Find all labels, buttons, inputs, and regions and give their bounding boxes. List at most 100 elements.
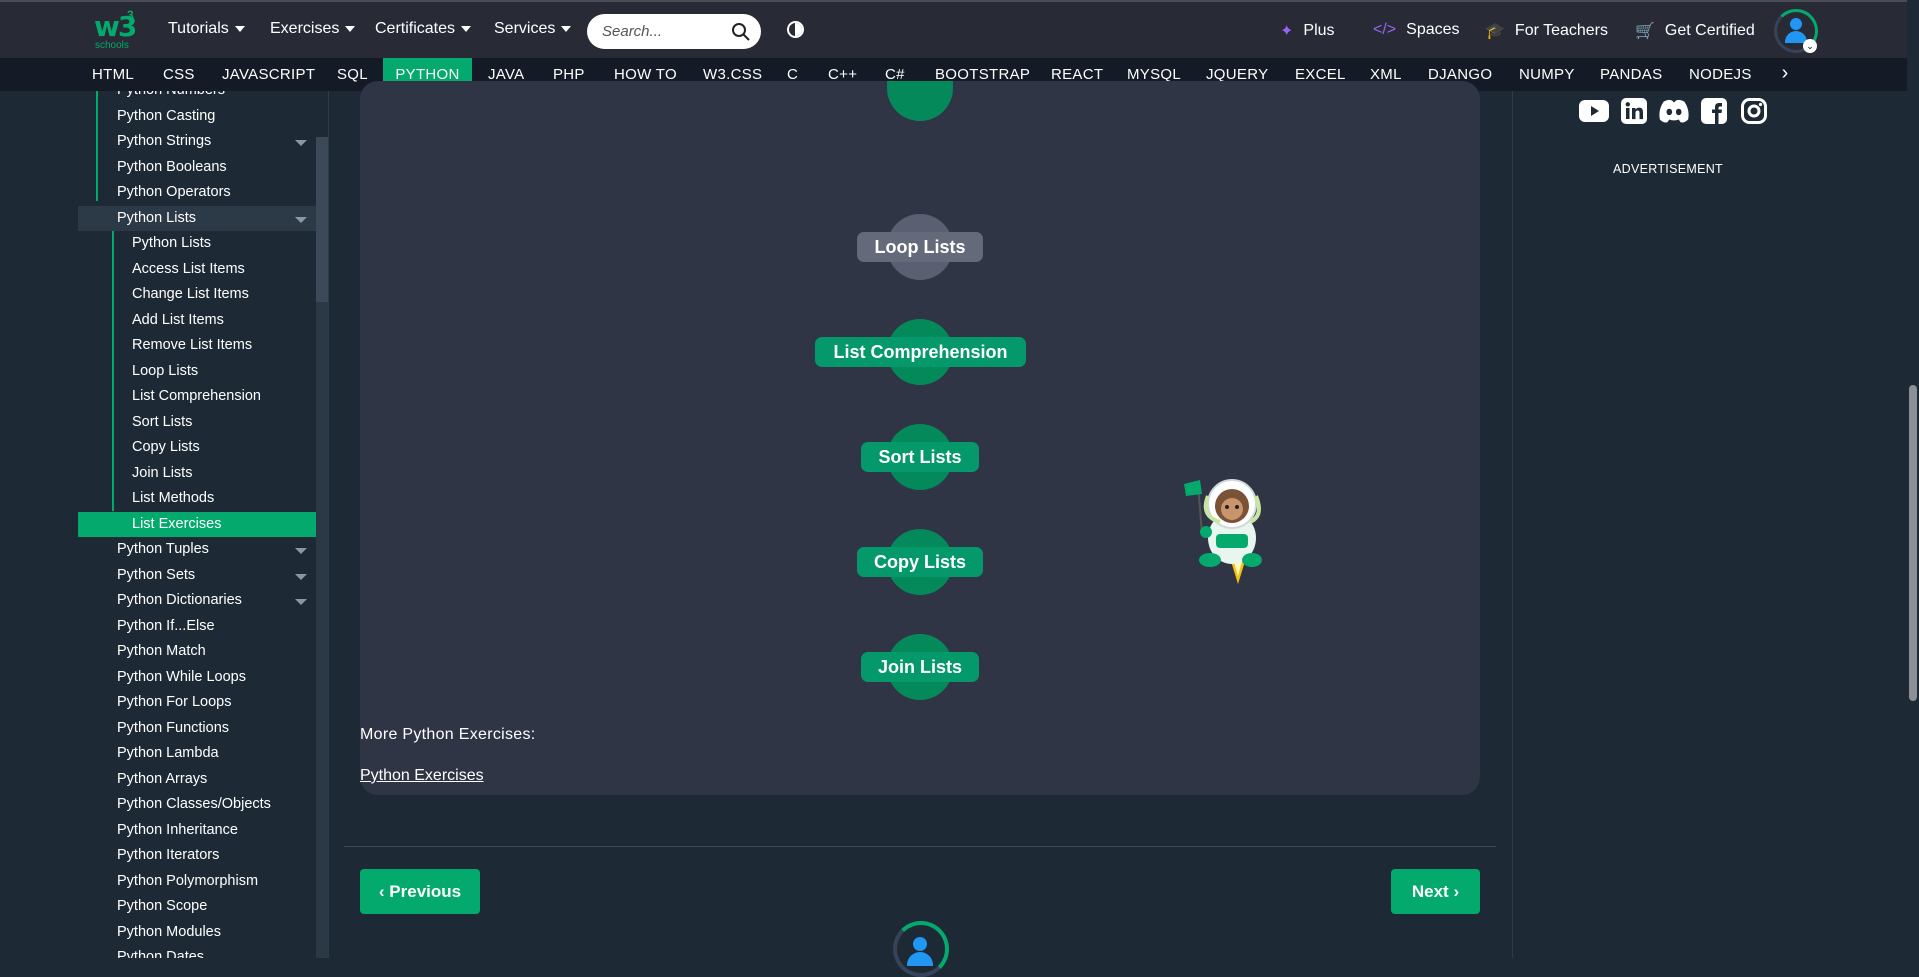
path-node-list-comprehension[interactable]: List Comprehension bbox=[360, 319, 1480, 385]
sidebar-item-label: Python Operators bbox=[117, 184, 231, 200]
spaces-link[interactable]: </> Spaces bbox=[1373, 21, 1460, 39]
sidebar-item[interactable]: List Methods bbox=[78, 486, 316, 511]
path-node-loop-lists[interactable]: Loop Lists bbox=[360, 214, 1480, 280]
sidebar-item[interactable]: Remove List Items bbox=[78, 333, 316, 358]
logo-subtext: schools bbox=[95, 40, 129, 51]
sidebar-item[interactable]: Python Casting bbox=[78, 104, 316, 129]
sidebar-item-label: Python Functions bbox=[117, 719, 230, 736]
sidebar-item[interactable]: Copy Lists bbox=[78, 435, 316, 460]
page-scrollbar[interactable] bbox=[1907, 0, 1919, 958]
sidebar-item[interactable]: Python Polymorphism bbox=[78, 869, 316, 894]
sidebar-item-label: Python While Loops bbox=[117, 668, 246, 685]
python-exercises-link[interactable]: Python Exercises bbox=[360, 767, 484, 785]
sidebar-item-label: List Methods bbox=[132, 490, 215, 506]
sidebar-item-label: Python Inheritance bbox=[117, 821, 238, 838]
sidebar-item-label: Access List Items bbox=[132, 260, 245, 277]
sidebar-item[interactable]: List Exercises bbox=[78, 511, 316, 537]
sidebar-item-label: Python If...Else bbox=[117, 617, 215, 634]
instagram-icon[interactable] bbox=[1738, 96, 1770, 126]
sidebar-item[interactable]: Python Numbers bbox=[78, 91, 316, 103]
sidebar-item-label: Remove List Items bbox=[132, 337, 253, 353]
sidebar-scrollbar-thumb[interactable] bbox=[316, 137, 328, 302]
sidebar-item-label: Python Iterators bbox=[117, 847, 220, 863]
w3schools-logo[interactable]: w3 3 schools bbox=[94, 8, 140, 52]
sidebar-item[interactable]: Python Scope bbox=[78, 894, 316, 919]
caret-down-icon[interactable] bbox=[295, 548, 307, 554]
sidebar-scrollbar[interactable] bbox=[316, 137, 328, 958]
caret-down-icon[interactable] bbox=[295, 599, 307, 605]
subnav-numpy[interactable]: NUMPY bbox=[1519, 58, 1575, 91]
search-input[interactable]: Search... bbox=[587, 14, 761, 49]
caret-down-icon[interactable] bbox=[295, 140, 307, 146]
sidebar-item[interactable]: Python Sets bbox=[78, 563, 316, 588]
sidebar-item[interactable]: Access List Items bbox=[78, 257, 316, 282]
sidebar-item-label: Python Match bbox=[117, 643, 206, 659]
path-node-join-lists[interactable]: Join Lists bbox=[360, 634, 1480, 700]
sidebar-item[interactable]: Python Dates bbox=[78, 945, 316, 958]
subnav-css[interactable]: CSS bbox=[163, 58, 195, 91]
discord-icon[interactable] bbox=[1658, 96, 1690, 126]
services-menu[interactable]: Services bbox=[494, 20, 572, 38]
path-node-label: Sort Lists bbox=[861, 442, 979, 472]
subnav-javascript[interactable]: JAVASCRIPT bbox=[222, 58, 315, 91]
sidebar-item[interactable]: Python Dictionaries bbox=[78, 588, 316, 613]
sidebar-item[interactable]: Python For Loops bbox=[78, 690, 316, 715]
sidebar-item[interactable]: Python Inheritance bbox=[78, 818, 316, 843]
spaces-link-label: Spaces bbox=[1406, 21, 1460, 38]
tutorials-menu[interactable]: Tutorials bbox=[168, 20, 245, 38]
code-icon: </> bbox=[1373, 21, 1397, 38]
sidebar-item[interactable]: Python Booleans bbox=[78, 155, 316, 180]
sidebar-item[interactable]: Python If...Else bbox=[78, 614, 316, 639]
linkedin-icon[interactable] bbox=[1618, 96, 1650, 126]
previous-button[interactable]: ‹ Previous bbox=[360, 869, 480, 914]
next-button[interactable]: Next › bbox=[1391, 869, 1480, 914]
sidebar-item[interactable]: Python Tuples bbox=[78, 537, 316, 562]
sidebar-item[interactable]: Python Operators bbox=[78, 180, 316, 205]
user-avatar[interactable]: ⌄ bbox=[1774, 9, 1818, 53]
sidebar-item[interactable]: Change List Items bbox=[78, 282, 316, 307]
sidebar-item[interactable]: List Comprehension bbox=[78, 384, 316, 409]
sidebar-item[interactable]: Python Iterators bbox=[78, 843, 316, 868]
sidebar-item[interactable]: Join Lists bbox=[78, 461, 316, 486]
for-teachers-link[interactable]: 🎓 For Teachers bbox=[1485, 21, 1608, 41]
get-certified-link[interactable]: 🛒 Get Certified bbox=[1635, 21, 1755, 41]
sidebar-item[interactable]: Python Lists bbox=[78, 231, 316, 256]
sidebar-item[interactable]: Python Strings bbox=[78, 129, 316, 154]
sidebar-item[interactable]: Python Lists bbox=[78, 205, 316, 231]
sidebar-item[interactable]: Python While Loops bbox=[78, 665, 316, 690]
subnav-pandas[interactable]: PANDAS bbox=[1600, 58, 1662, 91]
dark-mode-toggle-icon[interactable] bbox=[787, 21, 804, 38]
subnav-sql[interactable]: SQL bbox=[337, 58, 368, 91]
subnav-nodejs[interactable]: NODEJS bbox=[1689, 58, 1752, 91]
sidebar-item-label: Python Strings bbox=[117, 133, 212, 149]
youtube-icon[interactable] bbox=[1578, 96, 1610, 126]
path-node-copy-lists[interactable]: Copy Lists bbox=[360, 529, 1480, 595]
facebook-icon[interactable] bbox=[1698, 96, 1730, 126]
sidebar-item[interactable]: Add List Items bbox=[78, 308, 316, 333]
sidebar-item-label: Python Lists bbox=[117, 209, 196, 226]
chevron-right-icon[interactable]: › bbox=[1770, 58, 1800, 91]
subnav-html[interactable]: HTML bbox=[92, 58, 134, 91]
sidebar-item[interactable]: Python Match bbox=[78, 639, 316, 664]
sidebar-item-label: Python Lists bbox=[132, 235, 211, 251]
sidebar-item-label: Python Sets bbox=[117, 566, 196, 583]
sidebar-item[interactable]: Python Functions bbox=[78, 716, 316, 741]
certificates-menu[interactable]: Certificates bbox=[375, 20, 472, 38]
sidebar-item[interactable]: Python Lambda bbox=[78, 741, 316, 766]
content-divider bbox=[344, 846, 1496, 847]
path-node-sort-lists[interactable]: Sort Lists bbox=[360, 424, 1480, 490]
for-teachers-link-label: For Teachers bbox=[1514, 22, 1608, 39]
exercises-menu[interactable]: Exercises bbox=[270, 20, 356, 38]
sidebar-item[interactable]: Sort Lists bbox=[78, 410, 316, 435]
chevron-down-icon[interactable]: ⌄ bbox=[1803, 39, 1817, 53]
plus-link[interactable]: ✦ Plus bbox=[1280, 21, 1335, 41]
sidebar-item[interactable]: Python Classes/Objects bbox=[78, 792, 316, 817]
sidebar-item[interactable]: Python Modules bbox=[78, 920, 316, 945]
caret-down-icon[interactable] bbox=[295, 573, 307, 580]
page-scrollbar-thumb[interactable] bbox=[1909, 385, 1917, 701]
sidebar-item[interactable]: Python Arrays bbox=[78, 767, 316, 792]
search-icon[interactable] bbox=[731, 22, 751, 42]
caret-down-icon[interactable] bbox=[295, 216, 307, 223]
path-node-partial[interactable] bbox=[887, 81, 953, 121]
sidebar-item[interactable]: Loop Lists bbox=[78, 359, 316, 384]
